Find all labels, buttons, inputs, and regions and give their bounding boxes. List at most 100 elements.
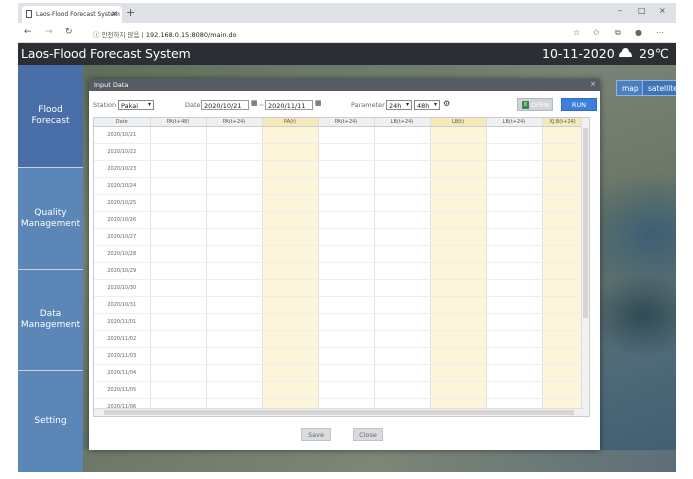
data-cell[interactable] xyxy=(262,211,319,229)
data-cell[interactable] xyxy=(150,381,207,399)
data-cell[interactable] xyxy=(374,262,431,280)
data-cell[interactable] xyxy=(262,126,319,144)
data-cell[interactable] xyxy=(150,330,207,348)
data-cell[interactable] xyxy=(430,364,487,382)
data-cell[interactable] xyxy=(262,228,319,246)
data-cell[interactable] xyxy=(430,177,487,195)
parameter-select-2[interactable]: 48h ▾ xyxy=(414,100,440,110)
data-cell[interactable] xyxy=(150,126,207,144)
data-cell[interactable] xyxy=(374,177,431,195)
data-cell[interactable] xyxy=(430,228,487,246)
data-cell[interactable] xyxy=(150,194,207,212)
data-cell[interactable] xyxy=(206,160,263,178)
data-cell[interactable] xyxy=(374,296,431,314)
data-cell[interactable] xyxy=(542,313,584,331)
data-cell[interactable] xyxy=(430,313,487,331)
data-cell[interactable] xyxy=(206,313,263,331)
data-cell[interactable] xyxy=(262,160,319,178)
data-cell[interactable] xyxy=(150,211,207,229)
data-cell[interactable] xyxy=(542,194,584,212)
data-cell[interactable] xyxy=(486,228,543,246)
data-cell[interactable] xyxy=(262,347,319,365)
data-cell[interactable] xyxy=(150,262,207,280)
data-cell[interactable] xyxy=(430,330,487,348)
profile-icon[interactable]: ● xyxy=(635,28,642,37)
collections-icon[interactable]: ⧉ xyxy=(615,28,621,38)
data-cell[interactable] xyxy=(318,126,375,144)
data-cell[interactable] xyxy=(374,211,431,229)
data-cell[interactable] xyxy=(486,313,543,331)
close-window-button[interactable]: × xyxy=(659,6,666,15)
data-cell[interactable] xyxy=(486,347,543,365)
data-cell[interactable] xyxy=(542,177,584,195)
data-cell[interactable] xyxy=(318,279,375,297)
data-cell[interactable] xyxy=(486,296,543,314)
data-cell[interactable] xyxy=(150,313,207,331)
calendar-icon[interactable]: ▦ xyxy=(251,99,258,107)
data-cell[interactable] xyxy=(430,262,487,280)
data-cell[interactable] xyxy=(318,160,375,178)
data-cell[interactable] xyxy=(374,364,431,382)
data-cell[interactable] xyxy=(542,160,584,178)
data-cell[interactable] xyxy=(206,279,263,297)
save-button[interactable]: Save xyxy=(301,428,331,441)
data-cell[interactable] xyxy=(486,177,543,195)
data-cell[interactable] xyxy=(430,296,487,314)
data-cell[interactable] xyxy=(318,330,375,348)
more-menu-icon[interactable]: ⋯ xyxy=(656,28,664,37)
data-cell[interactable] xyxy=(150,364,207,382)
calendar-icon[interactable]: ▦ xyxy=(315,99,322,107)
run-button[interactable]: RUN xyxy=(561,98,597,111)
data-cell[interactable] xyxy=(150,296,207,314)
data-cell[interactable] xyxy=(486,381,543,399)
url-field[interactable]: ⓘ 안전하지 않음 | 192.168.0.15:8080/main.do xyxy=(93,29,237,39)
back-button[interactable]: ← xyxy=(24,27,32,37)
data-cell[interactable] xyxy=(542,211,584,229)
data-cell[interactable] xyxy=(318,364,375,382)
data-cell[interactable] xyxy=(542,279,584,297)
data-cell[interactable] xyxy=(262,177,319,195)
data-cell[interactable] xyxy=(374,126,431,144)
station-select[interactable]: Pakai ▾ xyxy=(118,100,154,110)
data-cell[interactable] xyxy=(318,262,375,280)
data-cell[interactable] xyxy=(542,262,584,280)
new-tab-button[interactable]: + xyxy=(126,6,135,19)
data-cell[interactable] xyxy=(542,296,584,314)
data-cell[interactable] xyxy=(150,228,207,246)
data-cell[interactable] xyxy=(262,313,319,331)
satellite-button[interactable]: satellite xyxy=(642,80,676,96)
data-cell[interactable] xyxy=(486,160,543,178)
data-cell[interactable] xyxy=(374,160,431,178)
data-cell[interactable] xyxy=(262,245,319,263)
data-cell[interactable] xyxy=(486,279,543,297)
data-cell[interactable] xyxy=(374,143,431,161)
data-cell[interactable] xyxy=(486,211,543,229)
data-cell[interactable] xyxy=(206,177,263,195)
data-cell[interactable] xyxy=(430,126,487,144)
date-to-input[interactable]: 2020/11/11 xyxy=(265,100,313,110)
data-cell[interactable] xyxy=(542,245,584,263)
data-cell[interactable] xyxy=(430,381,487,399)
data-cell[interactable] xyxy=(150,245,207,263)
data-cell[interactable] xyxy=(430,143,487,161)
data-cell[interactable] xyxy=(374,330,431,348)
data-cell[interactable] xyxy=(206,262,263,280)
data-cell[interactable] xyxy=(542,228,584,246)
data-cell[interactable] xyxy=(262,194,319,212)
data-cell[interactable] xyxy=(542,143,584,161)
dialog-close-icon[interactable]: × xyxy=(590,80,596,88)
favorites-icon[interactable]: ✩ xyxy=(593,28,600,37)
scroll-thumb[interactable] xyxy=(583,128,588,318)
data-cell[interactable] xyxy=(486,126,543,144)
minimize-button[interactable]: – xyxy=(618,6,622,15)
data-cell[interactable] xyxy=(206,228,263,246)
sidebar-item-data-management[interactable]: Data Management xyxy=(18,270,83,371)
sidebar-item-setting[interactable]: Setting xyxy=(18,371,83,472)
data-cell[interactable] xyxy=(374,381,431,399)
data-cell[interactable] xyxy=(374,347,431,365)
data-cell[interactable] xyxy=(150,279,207,297)
data-cell[interactable] xyxy=(262,262,319,280)
data-cell[interactable] xyxy=(542,330,584,348)
data-cell[interactable] xyxy=(150,143,207,161)
data-cell[interactable] xyxy=(262,381,319,399)
